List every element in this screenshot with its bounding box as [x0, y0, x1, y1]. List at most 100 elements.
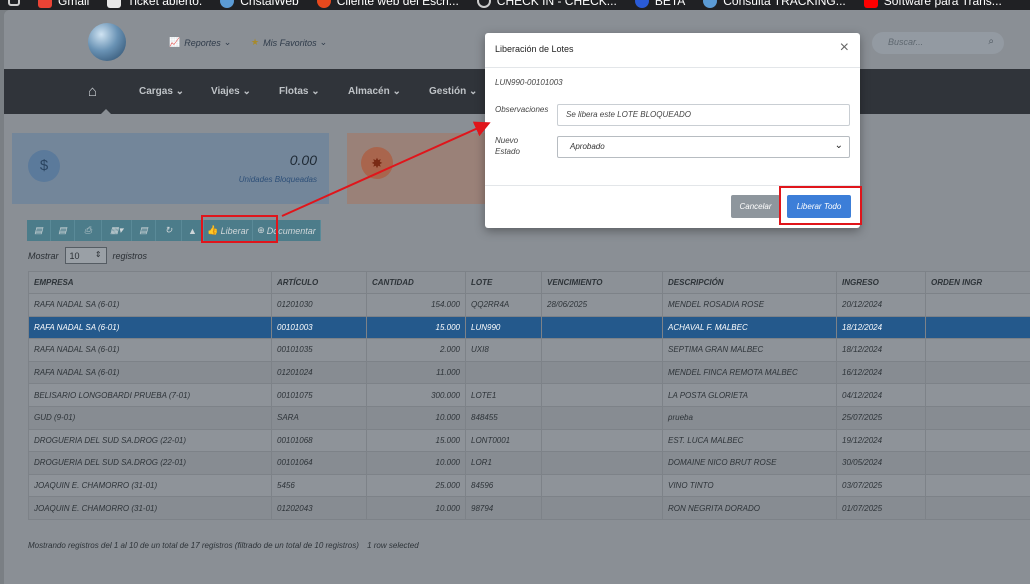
table-cell: 600	[925, 496, 1030, 520]
refresh-icon[interactable]: ↻	[156, 220, 182, 241]
column-header[interactable]: VENCIMIENTO	[541, 271, 663, 294]
column-header[interactable]: ORDEN INGR	[925, 271, 1030, 294]
table-cell: 2.000	[366, 338, 466, 362]
bookmark-tab-icon[interactable]	[8, 0, 20, 6]
table-cell: 500	[925, 293, 1030, 317]
column-header[interactable]: LOTE	[465, 271, 542, 294]
table-cell: RAFA NADAL SA (6-01)	[28, 293, 272, 317]
table-cell: 16/12/2024	[836, 360, 926, 385]
bookmark-software[interactable]: Software para Trans...	[863, 0, 1002, 8]
table-cell: BELISARIO LONGOBARDI PRUEBA (7-01)	[28, 383, 272, 407]
table-cell	[541, 473, 663, 498]
pdf-icon[interactable]: ▤	[132, 220, 156, 241]
excel-icon[interactable]: ▤	[51, 220, 75, 241]
table-cell: 19/12/2024	[836, 428, 926, 453]
nav-item-viajes[interactable]: Viajes ⌄	[211, 86, 251, 97]
app-logo[interactable]	[88, 23, 126, 61]
table-cell: 10.000	[366, 496, 466, 520]
observaciones-input[interactable]: Se libera este LOTE BLOQUEADO	[557, 104, 850, 126]
table-row[interactable]: JOAQUIN E. CHAMORRO (31-01) 01202043 10.00…	[28, 496, 1030, 520]
bookmark-cristalweb[interactable]: CristalWeb	[220, 0, 299, 8]
bookmark-beta[interactable]: BETA	[634, 0, 685, 8]
table-cell: ACHAVAL F. MALBEC	[662, 315, 837, 340]
table-row[interactable]: BELISARIO LONGOBARDI PRUEBA (7-01) 001010…	[28, 383, 1030, 407]
dollar-icon: $	[28, 150, 60, 182]
stat-value: 0.00	[289, 152, 317, 168]
table-row[interactable]: JOAQUIN E. CHAMORRO (31-01) 5456 25.000 845…	[28, 473, 1030, 498]
table-cell: 154.000	[366, 293, 466, 317]
table-cell: 84596	[465, 473, 542, 498]
table-cell: 500	[925, 360, 1030, 385]
table-cell: 20/12/2024	[836, 293, 926, 317]
bookmark-cliente-web[interactable]: Cliente web del Escri...	[316, 0, 459, 8]
highlight-liberar	[201, 215, 278, 243]
cancel-button[interactable]: Cancelar	[731, 195, 780, 218]
stat-card-secondary: ✸	[347, 133, 487, 204]
column-header[interactable]: INGRESO	[836, 271, 926, 294]
table-cell	[541, 383, 663, 407]
table-row[interactable]: RAFA NADAL SA (6-01) 01201024 11.000 MENDEL…	[28, 360, 1030, 385]
nav-active-caret	[100, 109, 112, 115]
print-icon[interactable]: ⎙	[75, 220, 102, 241]
table-cell: 01/07/2025	[836, 496, 926, 520]
copy-icon[interactable]: ▤	[27, 220, 51, 241]
table-cell: 00101064	[271, 451, 367, 475]
table-cell: prueba	[662, 405, 837, 430]
nav-item-gestion[interactable]: Gestión ⌄	[429, 86, 477, 97]
table-row[interactable]: DROGUERIA DEL SUD SA.DROG (22-01) 0010106…	[28, 451, 1030, 475]
table-cell: DROGUERIA DEL SUD SA.DROG (22-01)	[28, 428, 272, 453]
table-cell: RAFA NADAL SA (6-01)	[28, 360, 272, 385]
columns-icon[interactable]: ▦▾	[102, 220, 132, 241]
table-cell	[541, 496, 663, 520]
table-cell: 98794	[465, 496, 542, 520]
bookmark-ticket[interactable]: Ticket abierto.	[107, 0, 202, 8]
column-header[interactable]: EMPRESA	[28, 271, 272, 294]
table-row[interactable]: GUD (9-01) SARA 10.000 848455 prueba 25/07/20…	[28, 405, 1030, 430]
home-icon[interactable]: ⌂	[88, 83, 97, 100]
nav-item-flotas[interactable]: Flotas ⌄	[279, 86, 320, 97]
table-cell: 848455	[465, 405, 542, 430]
table-cell: MENDEL ROSADIA ROSE	[662, 293, 837, 317]
column-header[interactable]: CANTIDAD	[366, 271, 466, 294]
bookmark-check-in[interactable]: CHECK IN - CHECK...	[476, 0, 617, 8]
table-cell: 25.000	[366, 473, 466, 498]
stat-label[interactable]: Unidades Bloqueadas	[239, 175, 317, 184]
table-cell: DROGUERIA DEL SUD SA.DROG (22-01)	[28, 451, 272, 475]
close-icon[interactable]: ×	[840, 40, 849, 56]
nav-item-cargas[interactable]: Cargas ⌄	[139, 86, 184, 97]
table-cell: 18/12/2024	[836, 315, 926, 340]
estado-select[interactable]: Aprobado ⌄	[557, 136, 850, 158]
table-row[interactable]: DROGUERIA DEL SUD SA.DROG (22-01) 0010106…	[28, 428, 1030, 453]
table-cell: 500	[925, 383, 1030, 407]
bookmark-tracking[interactable]: Consulta TRACKING...	[703, 0, 846, 8]
sort-arrows-icon: ⇕	[94, 250, 102, 259]
youtube-icon	[863, 0, 878, 8]
page-size-select[interactable]: 10 ⇕	[64, 247, 107, 264]
column-header[interactable]: DESCRIPCIÓN	[662, 271, 837, 294]
table-cell: 600	[925, 405, 1030, 430]
table-cell: RAFA NADAL SA (6-01)	[28, 338, 272, 362]
reportes-menu[interactable]: 📈 Reportes ⌄	[169, 37, 231, 48]
table-cell: 600	[925, 473, 1030, 498]
favoritos-menu[interactable]: ★ Mis Favoritos ⌄	[251, 37, 327, 48]
table-cell	[541, 338, 663, 362]
table-cell: 00101003	[271, 315, 367, 340]
chevron-down-icon: ⌄	[319, 37, 328, 47]
table-cell: 11.000	[366, 360, 466, 385]
length-menu: Mostrar 10 ⇕ registros	[28, 247, 147, 264]
table-row[interactable]: RAFA NADAL SA (6-01) 00101035 2.000 UXI8 SEP…	[28, 338, 1030, 362]
table-cell: DOMAINE NICO BRUT ROSE	[662, 451, 837, 475]
nav-item-almacen[interactable]: Almacén ⌄	[348, 86, 401, 97]
table-row[interactable]: RAFA NADAL SA (6-01) 00101003 15.000 LUN990…	[28, 315, 1030, 340]
estado-label: Nuevo Estado	[495, 136, 520, 156]
search-input[interactable]: Buscar... ⌕	[872, 32, 1004, 54]
table-cell: LA POSTA GLORIETA	[662, 383, 837, 407]
column-header[interactable]: ARTÍCULO	[271, 271, 367, 294]
table-cell: 500	[925, 428, 1030, 453]
table-row[interactable]: RAFA NADAL SA (6-01) 01201030 154.000 QQ2RR…	[28, 293, 1030, 317]
table-cell: JOAQUIN E. CHAMORRO (31-01)	[28, 473, 272, 498]
table-cell: 18/12/2024	[836, 338, 926, 362]
bookmark-gmail[interactable]: Gmail	[38, 0, 89, 8]
table-info: Mostrando registros del 1 al 10 de un to…	[28, 541, 419, 550]
table-cell: 15.000	[366, 315, 466, 340]
